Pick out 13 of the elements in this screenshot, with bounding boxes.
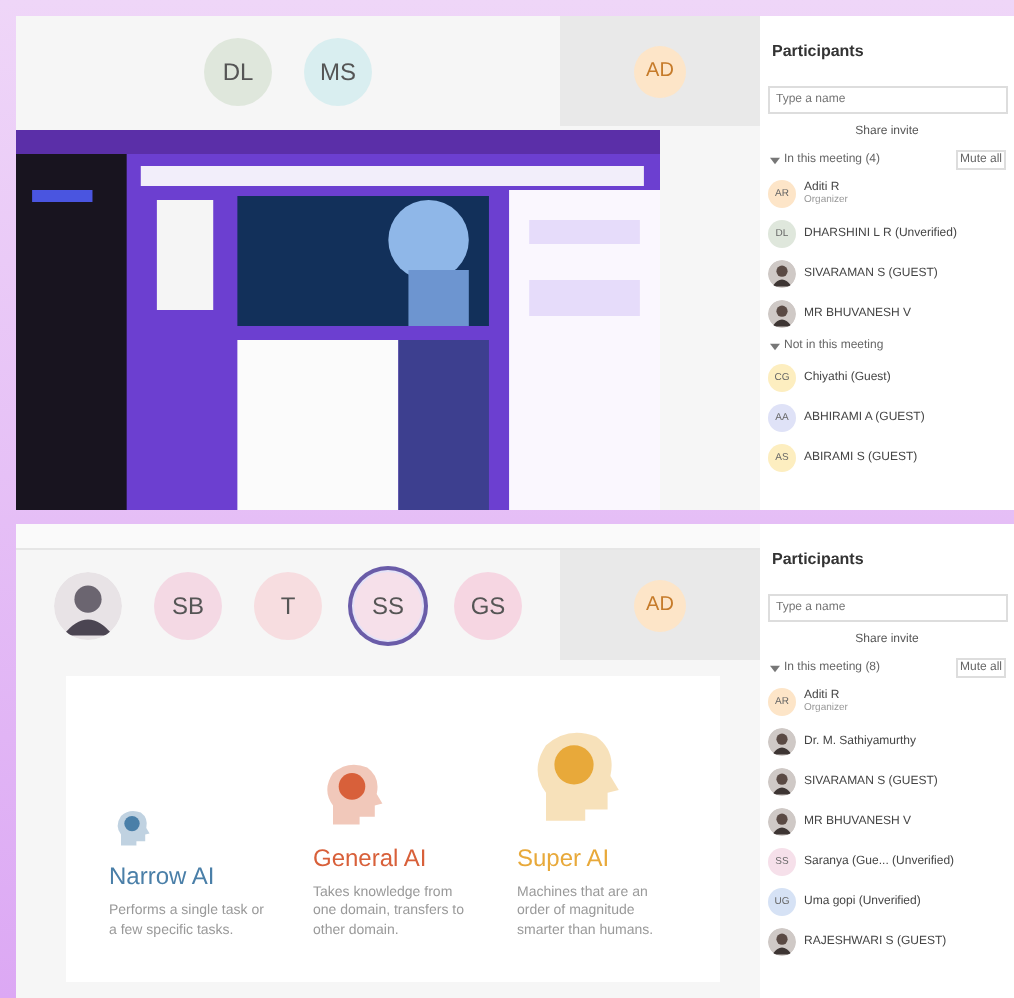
panel-title: Participants: [772, 550, 864, 568]
participant-avatar: DL: [204, 37, 272, 105]
participant-avatar: SS: [354, 571, 422, 639]
participant-avatar: MS: [304, 37, 372, 105]
ai-type-title: Narrow AI: [109, 862, 217, 891]
ai-type-title: General AI: [313, 843, 429, 872]
ai-type-title: Super AI: [517, 843, 612, 872]
self-avatar: AD: [634, 45, 686, 97]
participant-avatar: GS: [454, 571, 522, 639]
self-avatar: AD: [634, 579, 686, 631]
panel-title: Participants: [772, 42, 864, 60]
participant-avatar: SB: [154, 571, 222, 639]
participant-avatar: T: [254, 571, 322, 639]
